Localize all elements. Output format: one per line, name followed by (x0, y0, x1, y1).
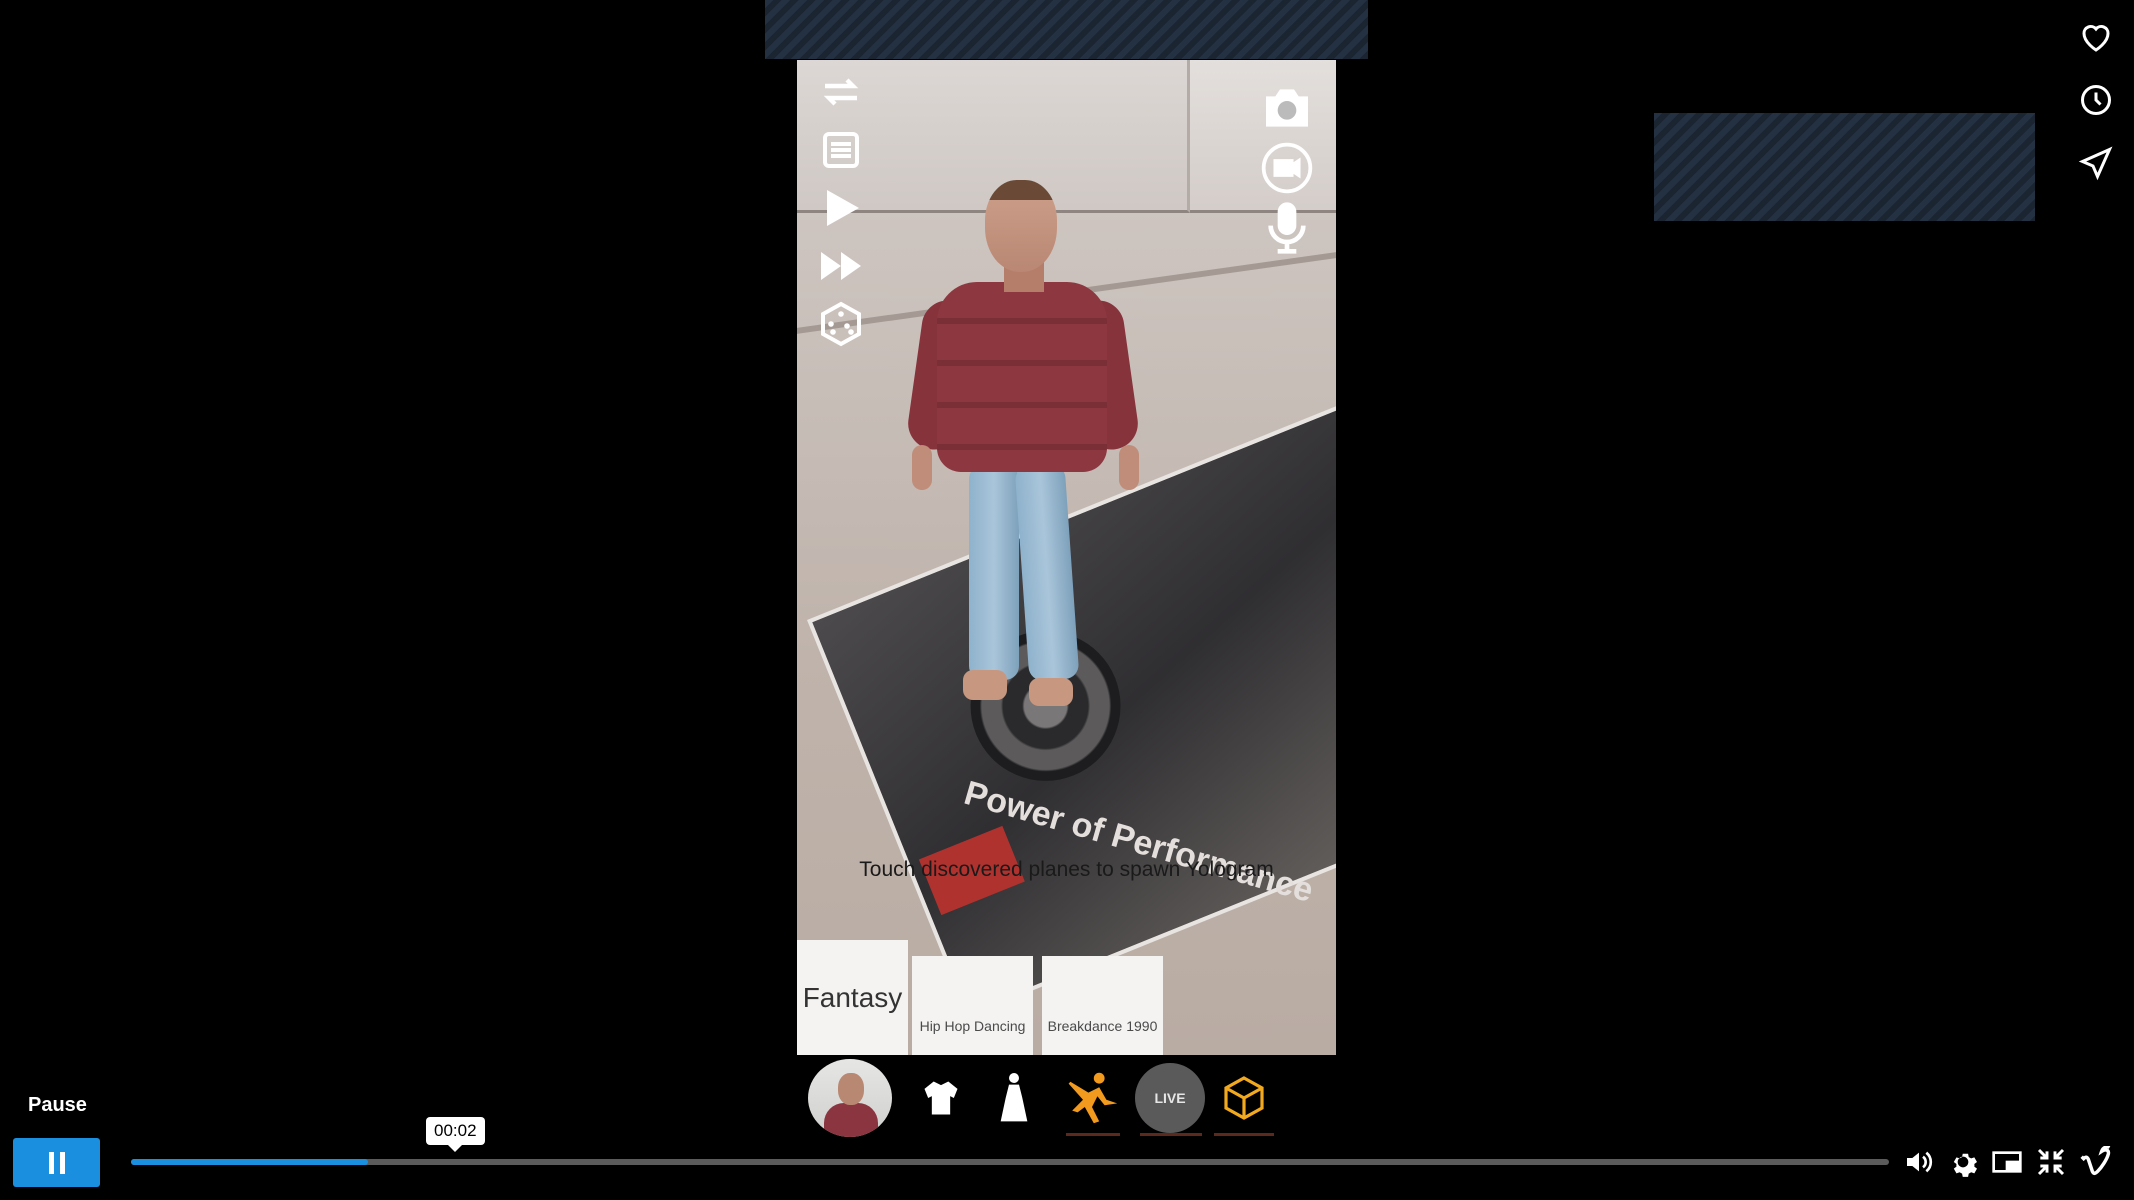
avatar-left-hand (912, 445, 932, 490)
live-icon[interactable]: LIVE (1134, 1058, 1206, 1138)
phone-video-frame: Power of Performance Touch discovered pl… (797, 60, 1336, 1055)
avatar-right-foot (1029, 678, 1073, 706)
category-strip: Fantasy Hip Hop Dancing Breakdance 1990 (797, 940, 1336, 1055)
fullscreen-exit-icon[interactable] (2035, 1146, 2067, 1178)
microphone-icon[interactable] (1259, 200, 1315, 256)
side-ad-banner[interactable] (1654, 113, 2035, 221)
avatar-thumbnail[interactable] (808, 1058, 892, 1138)
magazine-title: Power of Performance (960, 773, 1318, 910)
avatar-left-leg (969, 465, 1019, 680)
avatar-right-hand (1119, 445, 1139, 490)
phone-bottom-toolbar: LIVE (806, 1058, 1286, 1138)
play-icon[interactable] (817, 184, 865, 232)
video-icon[interactable] (1259, 140, 1315, 196)
repeat-icon[interactable] (817, 68, 865, 116)
list-icon[interactable] (817, 126, 865, 174)
pause-tooltip: Pause (28, 1094, 87, 1116)
avatar-head (985, 180, 1057, 272)
spawn-hint-text: Touch discovered planes to spawn Yologra… (859, 858, 1274, 881)
category-fantasy[interactable]: Fantasy (797, 940, 908, 1055)
avatar-jacket (937, 282, 1107, 472)
pause-icon (48, 1151, 65, 1174)
fast-forward-icon[interactable] (817, 242, 865, 290)
pause-button[interactable] (13, 1138, 100, 1187)
dice-icon[interactable] (817, 300, 865, 348)
heart-icon[interactable] (2078, 20, 2114, 56)
vimeo-logo[interactable] (2079, 1145, 2111, 1178)
dress-icon[interactable] (989, 1058, 1039, 1138)
clock-icon[interactable] (2078, 82, 2114, 118)
camera-icon[interactable] (1259, 80, 1315, 136)
progress-bar[interactable] (131, 1159, 1889, 1165)
progress-fill (131, 1159, 369, 1165)
send-icon[interactable] (2078, 145, 2114, 181)
jacket-icon[interactable] (916, 1058, 966, 1138)
category-hip-hop-dancing[interactable]: Hip Hop Dancing (912, 956, 1033, 1055)
pip-icon[interactable] (1991, 1146, 2023, 1178)
top-ad-banner[interactable] (765, 0, 1368, 59)
time-tooltip: 00:02 (426, 1117, 485, 1152)
avatar-left-foot (963, 670, 1007, 700)
live-label: LIVE (1135, 1063, 1205, 1133)
dance-icon[interactable] (1062, 1058, 1122, 1138)
cube-icon[interactable] (1214, 1058, 1274, 1138)
volume-icon[interactable] (1903, 1146, 1935, 1178)
category-breakdance-1990[interactable]: Breakdance 1990 (1042, 956, 1163, 1055)
settings-icon[interactable] (1947, 1146, 1979, 1178)
